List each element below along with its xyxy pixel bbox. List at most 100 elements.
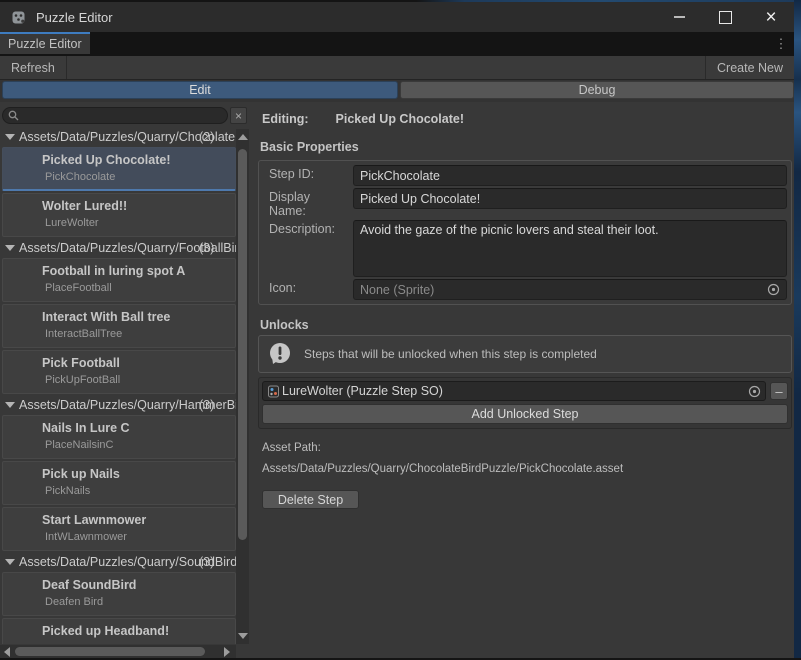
foldout-open-icon[interactable] (5, 245, 15, 251)
display-name-row: Display Name: Picked Up Chocolate! (263, 188, 787, 218)
refresh-button[interactable]: Refresh (0, 56, 66, 79)
editing-step-name: Picked Up Chocolate! (336, 112, 465, 127)
object-picker-icon[interactable] (767, 283, 780, 296)
display-name-label: Display Name: (263, 188, 349, 218)
minimize-button[interactable] (656, 2, 702, 32)
scroll-down-icon[interactable] (238, 633, 248, 639)
search-clear-button[interactable]: × (230, 107, 247, 124)
search-input[interactable] (23, 108, 217, 124)
search-icon (8, 110, 19, 121)
step-card-id: Deafen Bird (45, 596, 235, 608)
description-field[interactable]: Avoid the gaze of the picnic lovers and … (353, 220, 787, 277)
unlocked-step-name: LureWolter (Puzzle Step SO) (282, 384, 443, 398)
unlocked-step-object-field[interactable]: LureWolter (Puzzle Step SO) (262, 381, 766, 401)
toolbar: Refresh Create New (0, 56, 794, 80)
display-name-field[interactable]: Picked Up Chocolate! (353, 188, 787, 209)
asset-path-label: Asset Path: (262, 442, 794, 455)
tab-puzzle-editor[interactable]: Puzzle Editor (0, 32, 90, 54)
step-card[interactable]: Pick FootballPickUpFootBall (2, 350, 236, 394)
unlocks-help-text: Steps that will be unlocked when this st… (304, 347, 597, 361)
tab-debug[interactable]: Debug (400, 81, 794, 99)
foldout-open-icon[interactable] (5, 134, 15, 140)
search-row: × (0, 107, 250, 125)
scriptable-object-icon (267, 385, 280, 398)
mode-tabs: Edit Debug (0, 80, 794, 102)
unlocked-step-row: LureWolter (Puzzle Step SO) – (262, 381, 788, 401)
scroll-left-icon[interactable] (4, 647, 10, 657)
step-card-title: Football in luring spot A (42, 264, 235, 278)
unlocks-help-box: Steps that will be unlocked when this st… (258, 335, 792, 373)
step-card-id: PickChocolate (45, 171, 235, 183)
step-card-id: IntWLawnmower (45, 531, 235, 543)
step-card[interactable]: Picked Up Chocolate!PickChocolate (2, 147, 236, 191)
remove-unlocked-step-button[interactable]: – (770, 382, 788, 400)
step-card-id: LureWolter (45, 217, 235, 229)
icon-label: Icon: (263, 279, 349, 300)
toolbar-separator (66, 56, 67, 79)
tree: Assets/Data/Puzzles/Quarry/ChocolateBird… (0, 128, 250, 644)
editing-label: Editing: (262, 112, 309, 127)
step-card[interactable]: Nails In Lure CPlaceNailsinC (2, 415, 236, 459)
close-button[interactable]: × (748, 2, 794, 32)
step-card[interactable]: Picked up Headband! (2, 618, 236, 644)
delete-step-button[interactable]: Delete Step (262, 490, 359, 509)
info-icon (267, 341, 294, 368)
step-card-id: PlaceFootball (45, 282, 235, 294)
icon-object-field[interactable]: None (Sprite) (353, 279, 787, 300)
scroll-right-icon[interactable] (224, 647, 230, 657)
horizontal-scroll-thumb[interactable] (15, 647, 205, 656)
step-list-sidebar: × Assets/Data/Puzzles/Quarry/ChocolateBi… (0, 102, 250, 658)
step-card-title: Pick Football (42, 356, 235, 370)
scroll-up-icon[interactable] (238, 134, 248, 140)
list-vertical-scrollbar[interactable] (236, 129, 249, 644)
step-card-title: Wolter Lured!! (42, 199, 235, 213)
tab-edit[interactable]: Edit (2, 81, 398, 99)
list-horizontal-scrollbar[interactable] (0, 645, 236, 658)
add-unlocked-step-button[interactable]: Add Unlocked Step (262, 404, 788, 424)
step-card-title: Deaf SoundBird (42, 578, 235, 592)
object-picker-icon[interactable] (748, 385, 761, 398)
step-card-title: Interact With Ball tree (42, 310, 235, 324)
title-bar[interactable]: Puzzle Editor × (0, 2, 794, 32)
minimize-icon (674, 16, 685, 18)
group-count: (3) (199, 398, 214, 412)
maximize-icon (719, 11, 732, 24)
icon-row: Icon: None (Sprite) (263, 279, 787, 300)
description-row: Description: Avoid the gaze of the picni… (263, 220, 787, 277)
close-icon: × (765, 8, 776, 27)
step-editor-panel: Editing: Picked Up Chocolate! Basic Prop… (250, 102, 794, 658)
step-card[interactable]: Interact With Ball treeInteractBallTree (2, 304, 236, 348)
search-field[interactable] (2, 107, 228, 124)
group-header[interactable]: Assets/Data/Puzzles/Quarry/HammerBirdPuz… (0, 396, 236, 414)
icon-object-value: None (Sprite) (360, 283, 434, 297)
description-label: Description: (263, 220, 349, 277)
step-card-id: PickNails (45, 485, 235, 497)
step-card-title: Start Lawnmower (42, 513, 235, 527)
maximize-button[interactable] (702, 2, 748, 32)
window-title: Puzzle Editor (36, 10, 113, 25)
puzzle-editor-window: Puzzle Editor × Puzzle Editor ⋮ Refresh … (0, 0, 801, 660)
step-id-field[interactable]: PickChocolate (353, 165, 787, 186)
step-card[interactable]: Start Lawnmower IntWLawnmower (2, 507, 236, 551)
step-card[interactable]: Wolter Lured!! LureWolter (2, 193, 236, 237)
group-header[interactable]: Assets/Data/Puzzles/Quarry/ChocolateBird… (0, 128, 236, 146)
basic-properties-title: Basic Properties (260, 140, 794, 155)
vertical-scroll-thumb[interactable] (238, 149, 247, 540)
asset-path-value: Assets/Data/Puzzles/Quarry/ChocolateBird… (262, 463, 794, 476)
foldout-open-icon[interactable] (5, 402, 15, 408)
create-new-button[interactable]: Create New (706, 56, 794, 79)
desktop-edge-right (794, 0, 801, 660)
foldout-open-icon[interactable] (5, 559, 15, 565)
step-card-title: Picked up Headband! (42, 624, 235, 638)
group-count: (2) (199, 130, 214, 144)
tab-context-menu-icon[interactable]: ⋮ (768, 32, 794, 56)
group-count: (3) (199, 241, 214, 255)
editing-row: Editing: Picked Up Chocolate! (262, 112, 794, 127)
group-header[interactable]: Assets/Data/Puzzles/Quarry/SoundBirdPuzz… (0, 553, 236, 571)
step-id-row: Step ID: PickChocolate (263, 165, 787, 186)
step-card[interactable]: Pick up NailsPickNails (2, 461, 236, 505)
step-card[interactable]: Football in luring spot A PlaceFootball (2, 258, 236, 302)
editor-tab-strip: Puzzle Editor ⋮ (0, 32, 794, 56)
group-header[interactable]: Assets/Data/Puzzles/Quarry/FootballBirdP… (0, 239, 236, 257)
step-card[interactable]: Deaf SoundBird Deafen Bird (2, 572, 236, 616)
